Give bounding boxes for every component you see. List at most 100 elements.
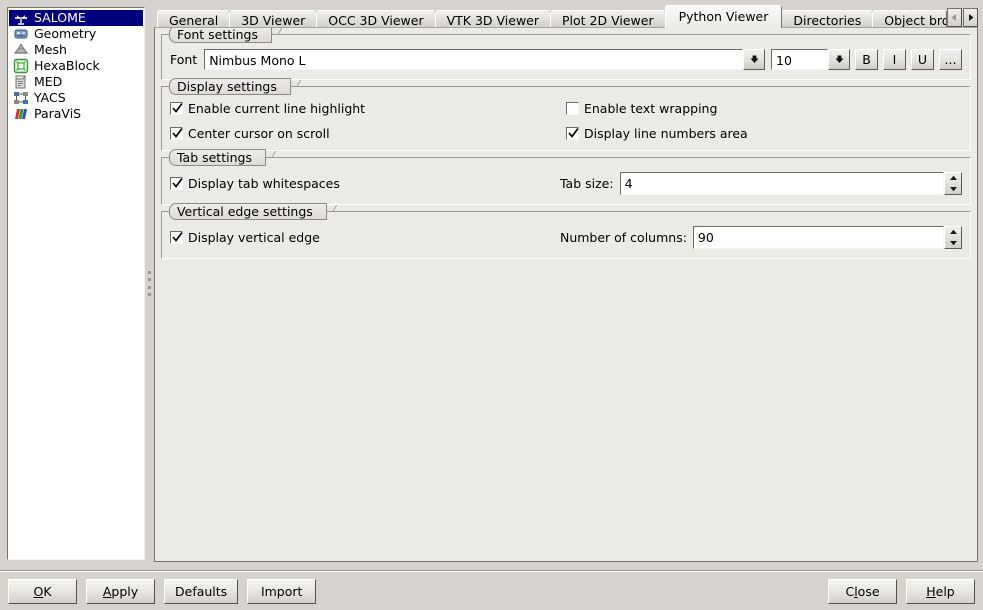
- sidebar-item-paravis[interactable]: ParaViS: [9, 106, 143, 122]
- close-label-rest: ose: [858, 584, 880, 599]
- check-icon: [567, 127, 580, 140]
- sidebar-item-geometry[interactable]: Geometry: [9, 26, 143, 42]
- tab-scroll-right-button[interactable]: [963, 8, 978, 27]
- tab-size-spinbox[interactable]: 4: [620, 172, 962, 195]
- salome-icon: [13, 10, 29, 26]
- arrow-down-icon: [949, 240, 958, 246]
- geometry-icon: [13, 26, 29, 42]
- tab-size-spin-buttons[interactable]: [944, 172, 962, 195]
- chevron-down-icon: [749, 54, 760, 65]
- bold-button[interactable]: B: [855, 49, 878, 70]
- yacs-icon: [13, 90, 29, 106]
- checkbox-label: Enable text wrapping: [584, 101, 717, 116]
- display-settings-row-1: Enable current line highlight Enable tex…: [170, 101, 962, 116]
- sidebar-item-yacs[interactable]: YACS: [9, 90, 143, 106]
- tab-scroll-left-button[interactable]: [947, 8, 962, 27]
- sidebar-item-mesh[interactable]: Mesh: [9, 42, 143, 58]
- font-family-value: Nimbus Mono L: [205, 50, 742, 71]
- checkbox-display-vertical-edge[interactable]: Display vertical edge: [170, 230, 560, 245]
- columns-spin-buttons[interactable]: [944, 226, 962, 249]
- check-icon: [171, 177, 184, 190]
- preferences-dialog: SALOME Geometry: [0, 0, 983, 610]
- checkbox-label: Display line numbers area: [584, 126, 748, 141]
- sidebar-item-label: ParaViS: [34, 106, 81, 122]
- python-viewer-page: Font settings Font Nimbus Mono L 10: [154, 27, 978, 562]
- import-button[interactable]: Import: [247, 579, 316, 604]
- med-icon: [13, 74, 29, 90]
- vertical-edge-settings-title: Vertical edge settings: [169, 203, 327, 220]
- display-settings-title: Display settings: [169, 78, 291, 95]
- module-list[interactable]: SALOME Geometry: [7, 7, 145, 560]
- columns-label: Number of columns:: [560, 230, 687, 245]
- checkbox-enable-current-line-highlight[interactable]: Enable current line highlight: [170, 101, 566, 116]
- checkbox-label: Center cursor on scroll: [188, 126, 330, 141]
- sidebar-item-med[interactable]: MED: [9, 74, 143, 90]
- checkbox-display-line-numbers-area[interactable]: Display line numbers area: [566, 126, 962, 141]
- paravis-icon: [13, 106, 29, 122]
- columns-value: 90: [693, 226, 944, 249]
- arrow-down-icon: [949, 186, 958, 192]
- sidebar-item-label: SALOME: [34, 10, 86, 26]
- tab-python-viewer[interactable]: Python Viewer: [665, 5, 783, 28]
- font-more-button[interactable]: ...: [939, 49, 962, 70]
- check-icon: [171, 102, 184, 115]
- defaults-button[interactable]: Defaults: [164, 579, 238, 604]
- font-size-dropdown-button[interactable]: [828, 49, 850, 70]
- checkbox-display-tab-whitespaces[interactable]: Display tab whitespaces: [170, 176, 560, 191]
- chevron-down-icon: [834, 54, 845, 65]
- italic-button[interactable]: I: [883, 49, 906, 70]
- font-size-value: 10: [772, 50, 827, 71]
- arrow-up-icon: [949, 229, 958, 235]
- checkbox-box: [170, 231, 183, 244]
- sidebar-item-salome[interactable]: SALOME: [9, 10, 143, 26]
- checkbox-box: [170, 127, 183, 140]
- sidebar-item-label: HexaBlock: [34, 58, 100, 74]
- font-size-combo[interactable]: 10: [771, 49, 828, 70]
- splitter-grip: [148, 271, 151, 297]
- display-settings-row-2: Center cursor on scroll Display lin: [170, 126, 962, 141]
- tab-settings-group: Tab settings Display tab whitespaces Tab…: [161, 157, 971, 205]
- check-icon: [171, 231, 184, 244]
- button-bar: OK Apply Defaults Import Close Help: [0, 572, 983, 610]
- font-family-combo[interactable]: Nimbus Mono L: [204, 49, 743, 70]
- tab-size-label: Tab size:: [560, 176, 614, 191]
- apply-button[interactable]: Apply: [86, 579, 155, 604]
- help-button[interactable]: Help: [906, 579, 975, 604]
- ok-button[interactable]: OK: [8, 579, 77, 604]
- checkbox-box: [566, 127, 579, 140]
- module-list-panel: SALOME Geometry: [4, 4, 145, 570]
- underline-button[interactable]: U: [911, 49, 934, 70]
- checkbox-enable-text-wrapping[interactable]: Enable text wrapping: [566, 101, 962, 116]
- font-row: Font Nimbus Mono L 10: [170, 49, 962, 70]
- sidebar-splitter[interactable]: [145, 7, 154, 560]
- help-label-rest: elp: [936, 584, 955, 599]
- checkbox-box: [170, 177, 183, 190]
- vertical-edge-settings-group: Vertical edge settings Display vertical …: [161, 211, 971, 259]
- spin-up-button[interactable]: [945, 227, 961, 238]
- sidebar-item-label: Geometry: [34, 26, 96, 42]
- spin-down-button[interactable]: [945, 184, 961, 195]
- close-button[interactable]: Close: [828, 579, 897, 604]
- ok-label-rest: K: [43, 584, 51, 599]
- tab-settings-title: Tab settings: [169, 149, 266, 166]
- display-settings-group: Display settings Enable current line hig…: [161, 86, 971, 151]
- close-label-pre: C: [845, 584, 854, 599]
- sidebar-item-hexablock[interactable]: HexaBlock: [9, 58, 143, 74]
- vertical-edge-row: Display vertical edge Number of columns:…: [170, 226, 962, 249]
- spin-up-button[interactable]: [945, 173, 961, 184]
- ok-mnemonic: O: [33, 584, 43, 599]
- tab-scroll-controls: [946, 3, 978, 28]
- sidebar-item-label: Mesh: [34, 42, 67, 58]
- mesh-icon: [13, 42, 29, 58]
- columns-spinbox[interactable]: 90: [693, 226, 962, 249]
- arrow-right-icon: [966, 13, 975, 22]
- checkbox-box: [170, 102, 183, 115]
- font-settings-group: Font settings Font Nimbus Mono L 10: [161, 34, 971, 80]
- checkbox-center-cursor-on-scroll[interactable]: Center cursor on scroll: [170, 126, 566, 141]
- spin-down-button[interactable]: [945, 238, 961, 249]
- apply-label-rest: pply: [111, 584, 138, 599]
- checkbox-label: Display tab whitespaces: [188, 176, 340, 191]
- sidebar-item-label: MED: [34, 74, 62, 90]
- font-family-dropdown-button[interactable]: [743, 49, 765, 70]
- checkbox-box: [566, 102, 579, 115]
